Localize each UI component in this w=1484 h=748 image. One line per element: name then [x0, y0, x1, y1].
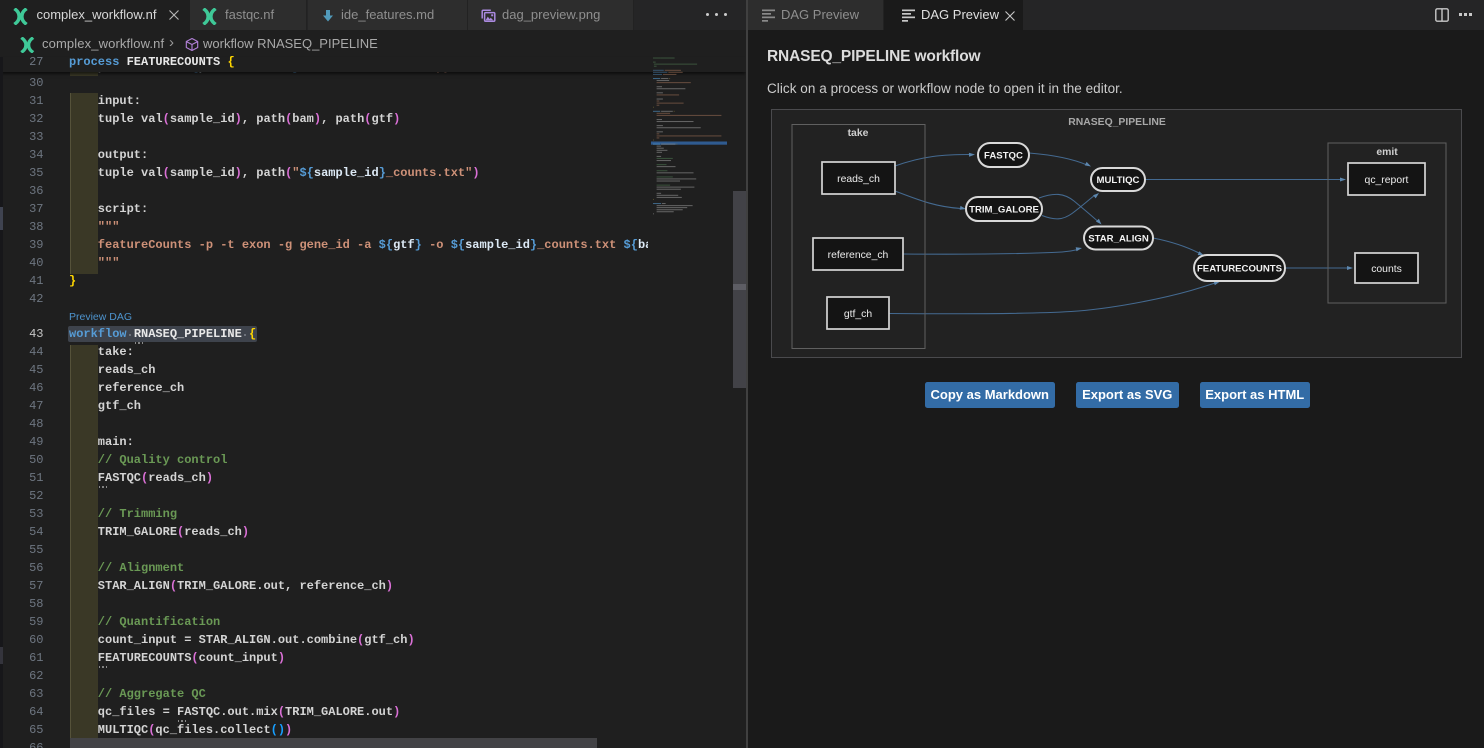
svg-text:STAR_ALIGN: STAR_ALIGN [1088, 234, 1149, 245]
svg-text:take: take [847, 128, 868, 139]
svg-text:emit: emit [1376, 147, 1398, 158]
svg-text:FEATURECOUNTS: FEATURECOUNTS [1196, 264, 1282, 275]
svg-text:qc_report: qc_report [1364, 175, 1408, 186]
svg-text:MULTIQC: MULTIQC [1096, 175, 1139, 186]
svg-text:TRIM_GALORE: TRIM_GALORE [969, 205, 1039, 216]
svg-text:gtf_ch: gtf_ch [843, 309, 872, 320]
svg-text:reads_ch: reads_ch [837, 174, 880, 185]
svg-text:reference_ch: reference_ch [827, 250, 888, 261]
svg-text:RNASEQ_PIPELINE: RNASEQ_PIPELINE [1068, 117, 1166, 128]
svg-text:FASTQC: FASTQC [984, 151, 1023, 162]
svg-text:counts: counts [1371, 264, 1402, 275]
